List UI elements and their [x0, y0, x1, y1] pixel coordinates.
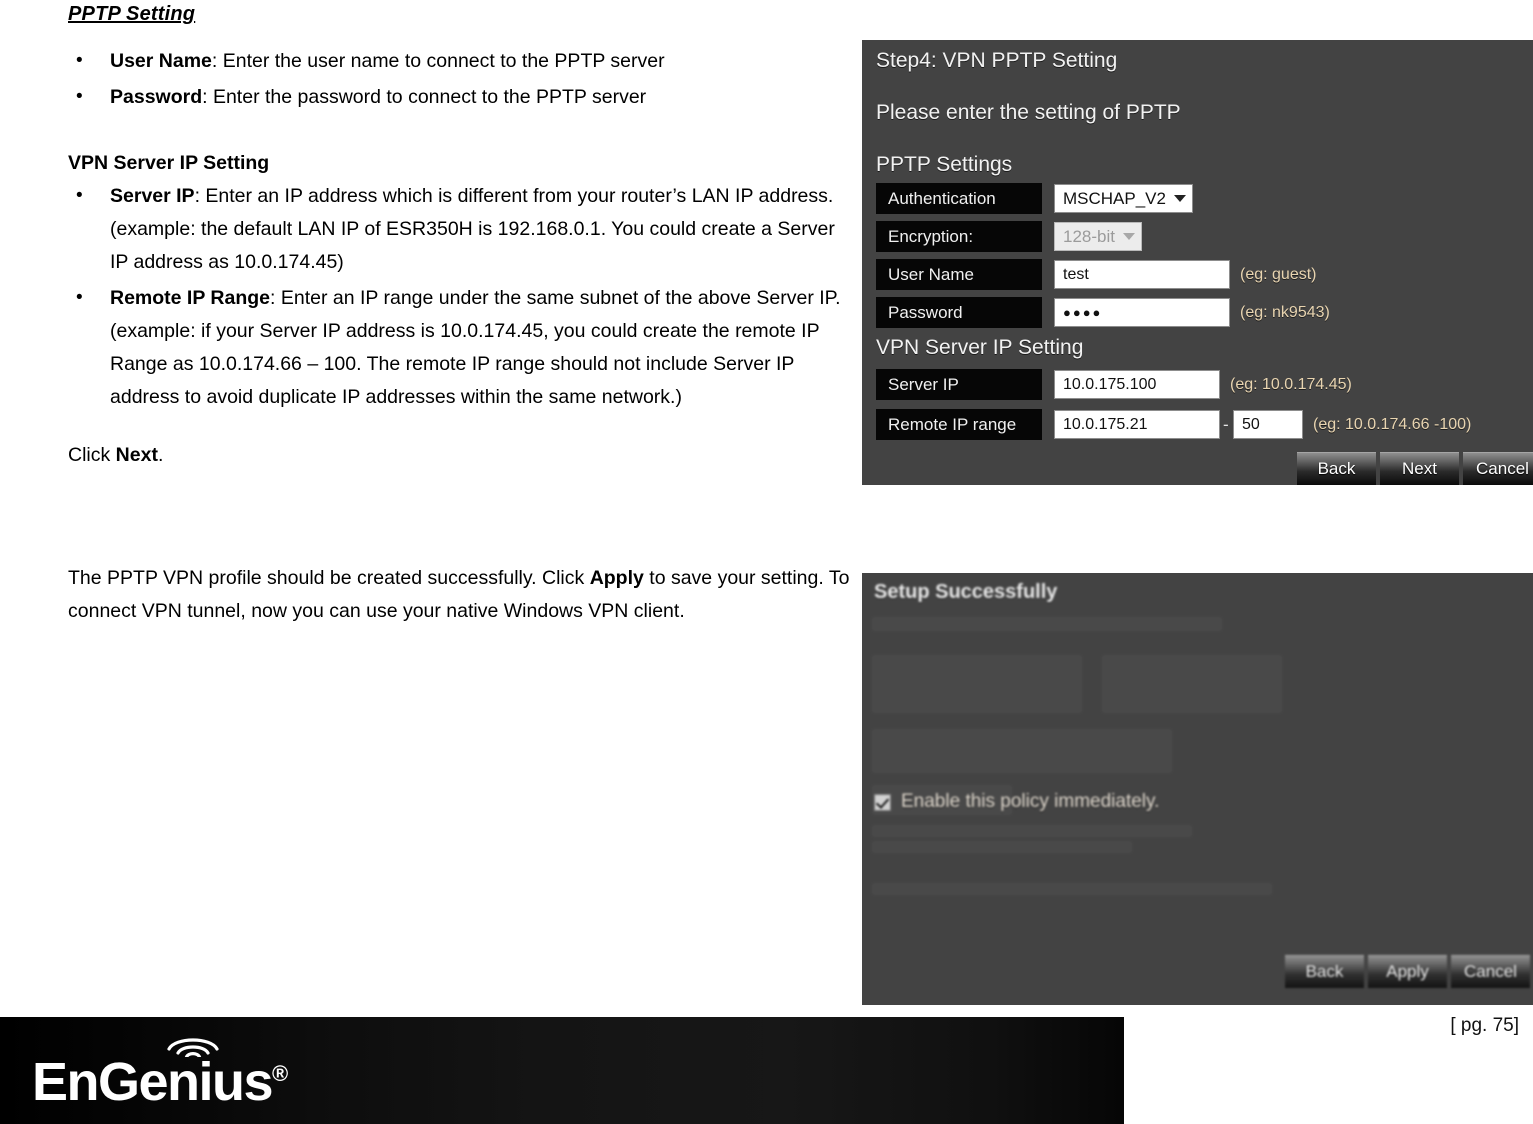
screenshot-setup-successfully: Setup Successfully Enable this policy im…	[862, 573, 1533, 1005]
registered-trademark-icon: ®	[272, 1061, 289, 1086]
encryption-select[interactable]: 128-bit	[1054, 222, 1142, 251]
username-input[interactable]: test	[1054, 260, 1230, 289]
hint-password: (eg: nk9543)	[1240, 304, 1330, 321]
setup-success-title: Setup Successfully	[874, 581, 1058, 603]
label-username: User Name	[876, 259, 1042, 290]
screenshot-step-title: Step4: VPN PPTP Setting	[876, 49, 1118, 72]
server-ip-input[interactable]: 10.0.175.100	[1054, 370, 1220, 399]
screenshot-vpn-pptp-setting: Step4: VPN PPTP Setting Please enter the…	[862, 40, 1533, 485]
remote-ip-range-end-input[interactable]: 50	[1233, 410, 1303, 439]
engenius-logo-text: EnGenius	[32, 1052, 274, 1112]
ghost-block	[872, 655, 1082, 713]
label-authentication: Authentication	[876, 183, 1042, 214]
button-bar-pptp: Back Next Cancel	[1297, 452, 1533, 485]
form-row-authentication: Authentication MSCHAP_V2	[876, 183, 1516, 214]
list-item: Remote IP Range: Enter an IP range under…	[68, 281, 858, 414]
apply-button[interactable]: Apply	[1368, 955, 1447, 988]
apply-para-prefix: The PPTP VPN profile should be created s…	[68, 567, 590, 589]
authentication-select[interactable]: MSCHAP_V2	[1054, 184, 1193, 213]
label-password: Password	[876, 297, 1042, 328]
bullet-term-remote-ip-range: Remote IP Range	[110, 287, 271, 309]
bullet-term-server-ip: Server IP	[110, 185, 195, 207]
ghost-block	[872, 729, 1172, 773]
password-input[interactable]: ●●●●	[1054, 298, 1230, 327]
ghost-line	[872, 883, 1272, 895]
bullet-text-password: : Enter the password to connect to the P…	[202, 86, 647, 108]
back-button[interactable]: Back	[1285, 955, 1364, 988]
remote-ip-range-start-input[interactable]: 10.0.175.21	[1054, 410, 1220, 439]
bullet-text-server-ip: : Enter an IP address which is different…	[110, 185, 835, 273]
click-next-instruction: Click Next.	[68, 439, 858, 472]
authentication-select-value: MSCHAP_V2	[1063, 188, 1166, 208]
chevron-down-icon	[1122, 233, 1135, 240]
button-bar-success: Back Apply Cancel	[1285, 955, 1530, 988]
bullet-term-username: User Name	[110, 50, 212, 72]
group-header-vpn-server-ip-setting: VPN Server IP Setting	[876, 336, 1084, 359]
form-row-username: User Name test (eg: guest)	[876, 259, 1516, 290]
ghost-line	[872, 841, 1132, 853]
click-next-bold: Next	[115, 444, 158, 466]
label-remote-ip-range: Remote IP range	[876, 409, 1042, 440]
checkbox-checked-icon[interactable]	[874, 793, 891, 811]
apply-para-bold: Apply	[589, 567, 644, 589]
bullet-text-username: : Enter the user name to connect to the …	[211, 50, 665, 72]
apply-instruction-paragraph: The PPTP VPN profile should be created s…	[68, 562, 858, 628]
click-next-suffix: .	[157, 444, 164, 466]
remote-ip-range-separator: -	[1223, 415, 1229, 434]
engenius-logo: EnGenius®	[32, 1044, 288, 1112]
page-number: [ pg. 75]	[1450, 1015, 1519, 1036]
ghost-line	[872, 617, 1222, 631]
hint-remote-ip-range: (eg: 10.0.174.66 -100)	[1313, 416, 1472, 433]
encryption-select-value: 128-bit	[1063, 226, 1115, 246]
form-row-encryption: Encryption: 128-bit	[876, 221, 1516, 252]
hint-server-ip: (eg: 10.0.174.45)	[1230, 376, 1352, 393]
cancel-button[interactable]: Cancel	[1463, 452, 1533, 485]
hint-username: (eg: guest)	[1240, 266, 1317, 283]
ghost-block	[1102, 655, 1282, 713]
page-title: PPTP Setting	[68, 3, 196, 25]
chevron-down-icon	[1173, 195, 1186, 202]
back-button[interactable]: Back	[1297, 452, 1376, 485]
list-item: Server IP: Enter an IP address which is …	[68, 179, 858, 279]
form-row-remote-ip-range: Remote IP range 10.0.175.21 - 50 (eg: 10…	[876, 409, 1516, 440]
next-button[interactable]: Next	[1380, 452, 1459, 485]
label-encryption: Encryption:	[876, 221, 1042, 252]
cancel-button[interactable]: Cancel	[1451, 955, 1530, 988]
form-row-password: Password ●●●● (eg: nk9543)	[876, 297, 1516, 328]
ghost-line	[872, 825, 1192, 837]
click-next-prefix: Click	[68, 444, 116, 466]
bullet-term-password: Password	[110, 86, 203, 108]
screenshot-subtitle: Please enter the setting of PPTP	[876, 101, 1181, 124]
enable-policy-checkbox-row[interactable]: Enable this policy immediately.	[874, 791, 1159, 813]
page-root: PPTP Setting User Name: Enter the user n…	[0, 0, 1533, 1124]
bullet-list-credentials: User Name: Enter the user name to connec…	[68, 44, 858, 114]
enable-policy-label: Enable this policy immediately.	[901, 791, 1160, 812]
label-server-ip: Server IP	[876, 369, 1042, 400]
bullet-list-vpn-server-ip: Server IP: Enter an IP address which is …	[68, 179, 858, 414]
document-text-column: PPTP Setting User Name: Enter the user n…	[68, 0, 858, 628]
subheading-vpn-server-ip-setting: VPN Server IP Setting	[68, 152, 270, 174]
form-row-server-ip: Server IP 10.0.175.100 (eg: 10.0.174.45)	[876, 369, 1516, 400]
wifi-signal-icon	[167, 1038, 219, 1057]
blurred-screenshot-content: Setup Successfully Enable this policy im…	[862, 573, 1533, 1005]
list-item: User Name: Enter the user name to connec…	[68, 44, 858, 78]
list-item: Password: Enter the password to connect …	[68, 80, 858, 114]
group-header-pptp-settings: PPTP Settings	[876, 153, 1013, 176]
